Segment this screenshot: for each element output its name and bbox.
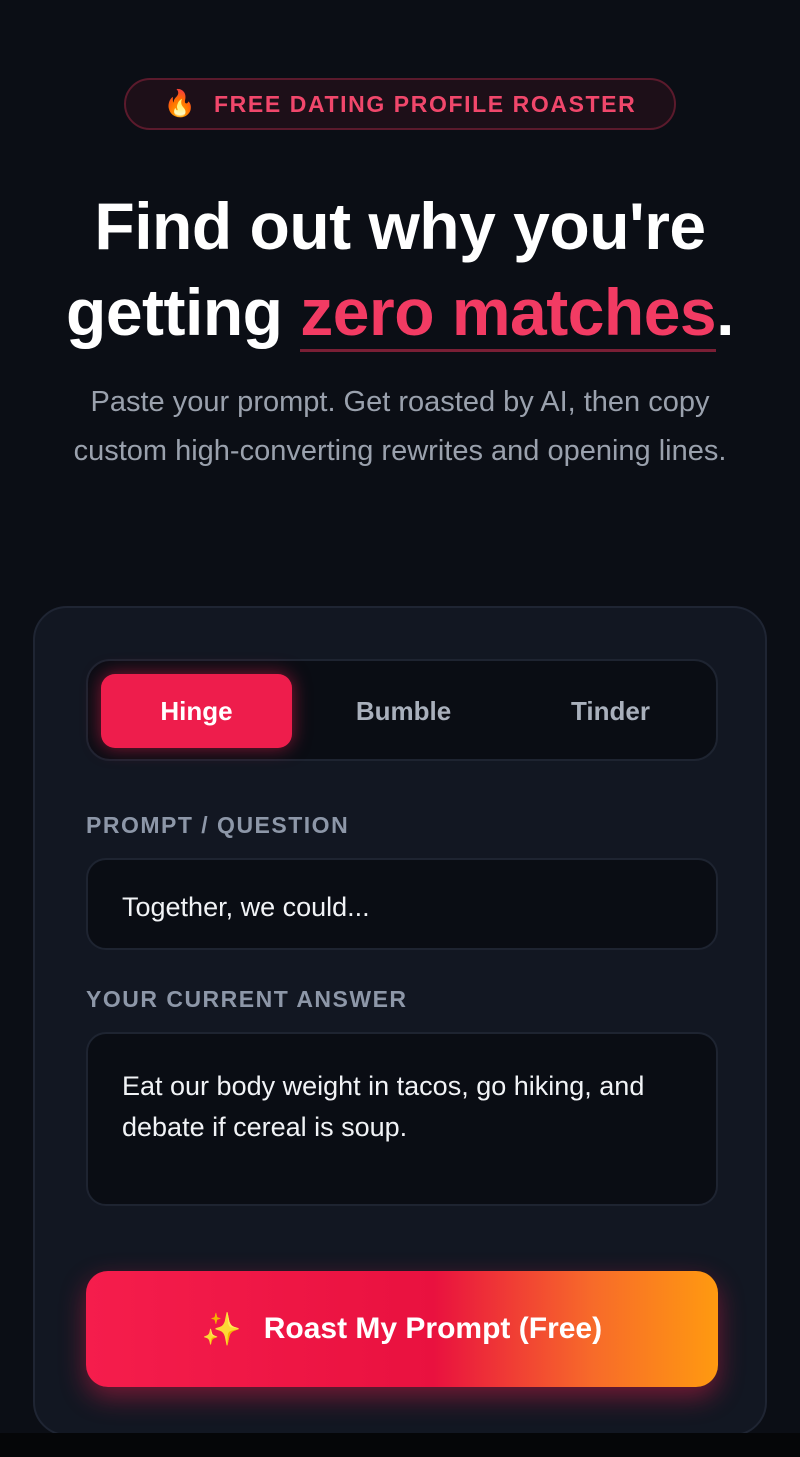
- headline-line-1: Find out why you're: [94, 189, 706, 263]
- headline-prefix: getting: [66, 275, 301, 349]
- tab-tinder[interactable]: Tinder: [515, 674, 706, 748]
- prompt-input[interactable]: Together, we could...: [86, 858, 718, 950]
- roaster-badge: 🔥 FREE DATING PROFILE ROASTER: [124, 78, 676, 130]
- roast-button[interactable]: ✨ Roast My Prompt (Free): [86, 1271, 718, 1387]
- roast-form-card: Hinge Bumble Tinder PROMPT / QUESTION To…: [33, 606, 767, 1436]
- sparkles-icon: ✨: [201, 1310, 242, 1348]
- prompt-field-label: PROMPT / QUESTION: [86, 812, 350, 838]
- answer-field-label: YOUR CURRENT ANSWER: [86, 986, 408, 1012]
- fire-icon: 🔥: [163, 89, 197, 119]
- answer-textarea[interactable]: Eat our body weight in tacos, go hiking,…: [86, 1032, 718, 1206]
- roast-button-label: Roast My Prompt (Free): [263, 1312, 603, 1345]
- tab-hinge[interactable]: Hinge: [101, 674, 292, 748]
- headline-accent: zero matches: [300, 275, 717, 352]
- bottom-edge: [0, 1433, 800, 1457]
- badge-label: FREE DATING PROFILE ROASTER: [214, 90, 637, 117]
- page: 🔥 FREE DATING PROFILE ROASTER Find out w…: [0, 0, 800, 1457]
- tab-bumble[interactable]: Bumble: [308, 674, 499, 748]
- page-headline: Find out why you're getting zero matches…: [20, 183, 780, 355]
- headline-suffix: .: [716, 275, 734, 349]
- app-selector: Hinge Bumble Tinder: [86, 659, 718, 761]
- page-subtitle: Paste your prompt. Get roasted by AI, th…: [73, 386, 727, 467]
